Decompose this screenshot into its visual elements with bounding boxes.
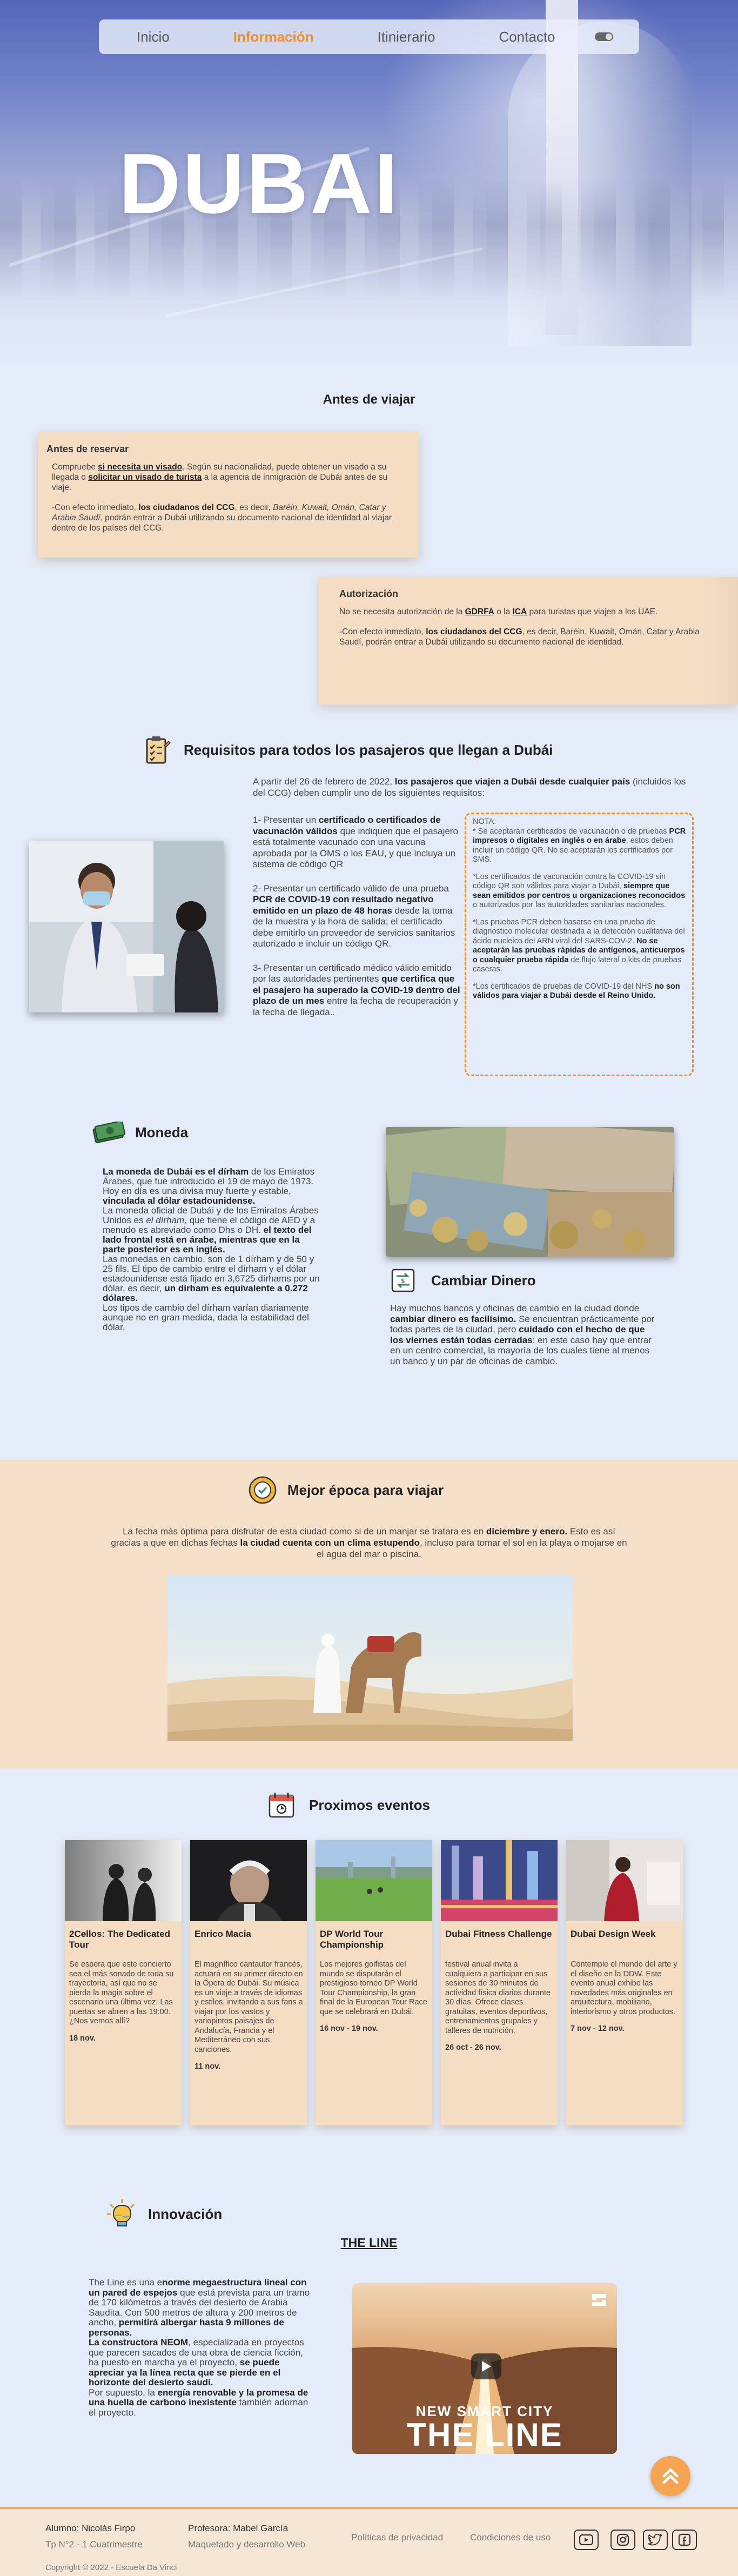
epoca-text: La fecha más óptima para disfrutar de es… xyxy=(111,1526,627,1559)
event-photo xyxy=(441,1840,558,1921)
play-button[interactable] xyxy=(471,2353,501,2379)
innovacion-title: Innovación xyxy=(148,2205,223,2222)
lightbulb-icon xyxy=(106,2198,138,2230)
clipboard-icon xyxy=(144,735,171,765)
nota-box: NOTA: * Se aceptarán certificados de vac… xyxy=(465,813,694,1076)
card-title: Antes de reservar xyxy=(46,444,129,454)
requisitos-title: Requisitos para todos los pasajeros que … xyxy=(184,741,553,758)
sun-calendar-icon xyxy=(246,1474,279,1506)
requisito-1: 1- Presentar un certificado o certificad… xyxy=(253,815,458,869)
event-photo xyxy=(566,1840,683,1921)
cambiar-title: Cambiar Dinero xyxy=(431,1272,536,1289)
footer-profesora: Profesora: Mabel García xyxy=(188,2523,289,2533)
requisitos-header: Requisitos para todos los pasajeros que … xyxy=(144,735,553,765)
requisitos-list: 1- Presentar un certificado o certificad… xyxy=(253,815,464,1018)
money-icon xyxy=(92,1122,126,1143)
event-date: 16 nov - 19 nov. xyxy=(320,2024,378,2033)
event-title: Dubai Design Week xyxy=(571,1929,656,1939)
privacy-link[interactable]: Políticas de privacidad xyxy=(351,2532,443,2543)
card-title: Autorización xyxy=(339,588,399,599)
exchange-icon: $ xyxy=(390,1267,416,1293)
requisitos-intro: A partir del 26 de febrero de 2022, los … xyxy=(253,776,686,798)
event-date: 18 nov. xyxy=(69,2034,96,2043)
epoca-header: Mejor época para viajar xyxy=(246,1474,444,1506)
event-photo xyxy=(316,1840,432,1921)
nav-informacion[interactable]: Información xyxy=(233,29,314,45)
antes-title: Antes de viajar xyxy=(323,392,415,407)
requisito-3: 3- Presentar un certificado médico válid… xyxy=(253,962,460,1017)
hero-banner: Inicio Información Itinierario Contacto … xyxy=(0,0,738,378)
video-caption-big: THE LINE xyxy=(406,2417,563,2453)
event-date: 11 nov. xyxy=(194,2062,221,2071)
nav-itinerario[interactable]: Itinierario xyxy=(378,29,435,45)
requisito-2: 2- Presentar un certificado válido de un… xyxy=(253,883,455,949)
event-title: Dubai Fitness Challenge xyxy=(445,1929,552,1939)
event-card[interactable]: Dubai Design Week Contemple el mundo del… xyxy=(566,1840,683,2125)
event-title: 2Cellos: The Dedicated Tour xyxy=(69,1929,171,1950)
event-card[interactable]: 2Cellos: The Dedicated Tour Se espera qu… xyxy=(65,1840,182,2125)
moneda-text: La moneda de Dubái es el dírham de los E… xyxy=(103,1166,320,1332)
main-nav: Inicio Información Itinierario Contacto xyxy=(99,19,639,54)
autorizacion-card: Autorización No se necesita autorización… xyxy=(319,577,738,705)
svg-text:$: $ xyxy=(401,1277,405,1285)
facebook-icon[interactable] xyxy=(672,2530,697,2550)
footer: Alumno: Nicolás Firpo Tp N°2 - 1 Cuatrim… xyxy=(0,2507,738,2576)
the-line-video[interactable]: NEW SMART CITY THE LINE xyxy=(352,2283,617,2454)
back-to-top-button[interactable] xyxy=(650,2456,690,2496)
brand-logo-icon xyxy=(590,2291,608,2309)
gdrfa-link[interactable]: GDRFA xyxy=(465,607,494,616)
event-date: 7 nov - 12 nov. xyxy=(571,2024,625,2033)
epoca-title: Mejor época para viajar xyxy=(287,1481,444,1498)
cambiar-text: Hay muchos bancos y oficinas de cambio e… xyxy=(390,1303,655,1366)
hero-title: DUBAI xyxy=(119,136,400,231)
currency-photo xyxy=(386,1127,674,1257)
eventos-title: Proximos eventos xyxy=(309,1796,430,1813)
footer-materia: Maquetado y desarrollo Web xyxy=(188,2539,306,2550)
footer-tp: Tp N°2 - 1 Cuatrimestre xyxy=(45,2539,143,2550)
innovacion-header: Innovación xyxy=(106,2198,222,2230)
event-desc: El magnífico cantautor francés, actuará … xyxy=(194,1960,303,2054)
event-title: DP World Tour Championship xyxy=(320,1929,384,1950)
youtube-icon[interactable] xyxy=(574,2530,599,2550)
ica-link[interactable]: ICA xyxy=(513,607,527,616)
event-desc: Los mejores golfistas del mundo se dispu… xyxy=(320,1960,427,2016)
event-desc: Contemple el mundo del arte y el diseño … xyxy=(571,1960,677,2016)
event-photo xyxy=(65,1840,182,1921)
event-card[interactable]: Enrico Macia El magnífico cantautor fran… xyxy=(190,1840,307,2125)
moneda-title: Moneda xyxy=(135,1124,189,1141)
nav-contacto[interactable]: Contacto xyxy=(499,29,555,45)
twitter-icon[interactable] xyxy=(643,2530,668,2550)
event-card[interactable]: DP World Tour Championship Los mejores g… xyxy=(316,1840,432,2125)
event-date: 26 oct - 26 nov. xyxy=(445,2043,501,2052)
moneda-header: Moneda xyxy=(92,1122,188,1143)
epoca-section: Mejor época para viajar La fecha más ópt… xyxy=(0,1460,738,1769)
passenger-photo xyxy=(29,841,224,1012)
the-line-subtitle: THE LINE xyxy=(340,2236,398,2250)
visado-turista-link[interactable]: solicitar un visado de turista xyxy=(88,473,202,482)
play-icon xyxy=(482,2361,491,2372)
events-list: 2Cellos: The Dedicated Tour Se espera qu… xyxy=(65,1840,683,2125)
theme-toggle[interactable] xyxy=(595,32,613,41)
calendar-icon xyxy=(267,1790,296,1820)
nav-inicio[interactable]: Inicio xyxy=(137,29,170,45)
footer-alumno: Alumno: Nicolás Firpo xyxy=(45,2523,136,2533)
event-photo xyxy=(190,1840,307,1921)
event-desc: Se espera que este concierto sea el más … xyxy=(69,1960,174,2025)
eventos-header: Proximos eventos xyxy=(267,1790,430,1820)
visado-link[interactable]: si necesita un visado xyxy=(98,462,182,472)
event-desc: festival anual invita a cualquiera a par… xyxy=(445,1960,551,2035)
innovacion-text: The Line es una enorme megaestructura li… xyxy=(89,2277,310,2418)
instagram-icon[interactable] xyxy=(610,2530,635,2550)
chevron-up-icon xyxy=(662,2468,679,2484)
desert-camel-photo xyxy=(167,1575,573,1741)
antes-reservar-card: Antes de reservar Compruebe si necesita … xyxy=(38,432,419,558)
event-card[interactable]: Dubai Fitness Challenge festival anual i… xyxy=(441,1840,558,2125)
footer-copyright: Copyright © 2022 - Escuela Da Vinci xyxy=(45,2563,177,2572)
cambiar-header: $ Cambiar Dinero xyxy=(390,1267,536,1293)
event-title: Enrico Macia xyxy=(194,1929,251,1939)
terms-link[interactable]: Condiciones de uso xyxy=(470,2532,551,2543)
